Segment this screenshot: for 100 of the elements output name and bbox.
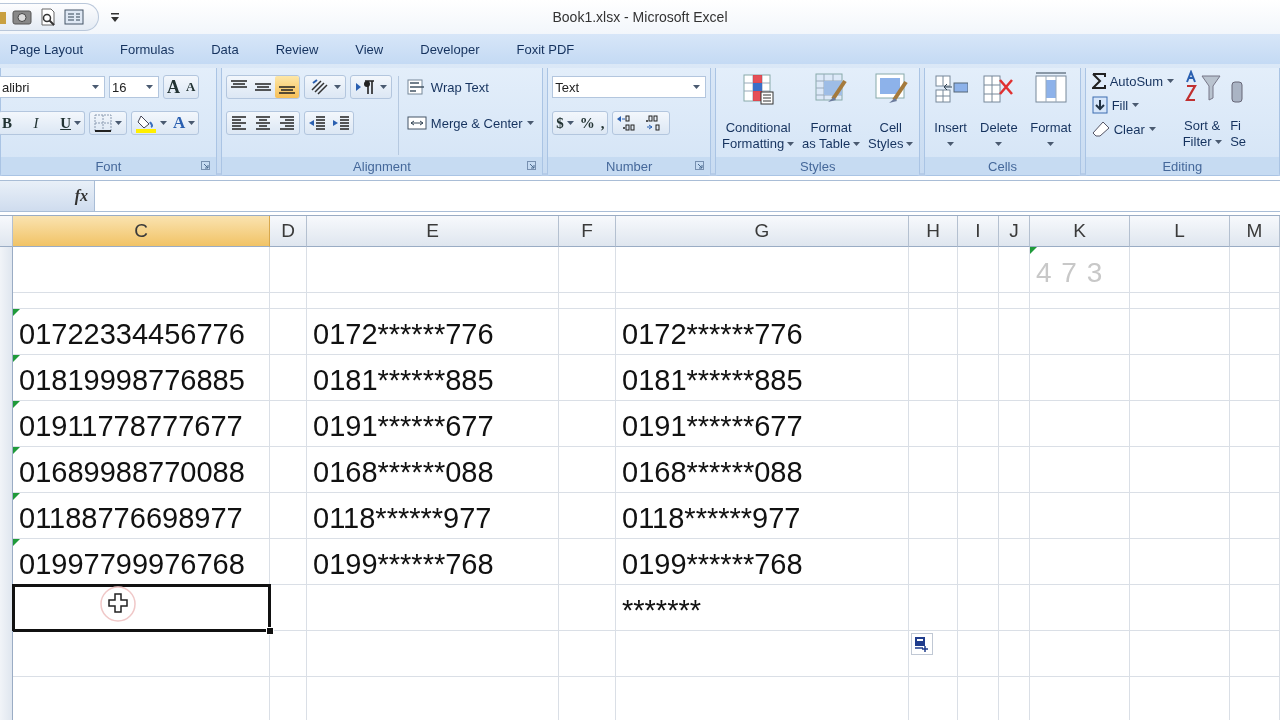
column-header[interactable]: E: [307, 216, 559, 247]
caret-icon: [1132, 103, 1140, 107]
group-label: Font: [95, 158, 122, 174]
table-cell: 0172******776: [313, 318, 494, 351]
dialog-launcher-icon: [200, 161, 210, 170]
text-direction-button[interactable]: [349, 75, 392, 99]
borders-button[interactable]: [89, 111, 127, 135]
column-header[interactable]: I: [958, 216, 999, 247]
fill-button[interactable]: Fill: [1089, 94, 1177, 116]
table-cell: 0191******677: [313, 410, 494, 443]
comma-button[interactable]: ,: [597, 112, 608, 134]
format-as-table-button[interactable]: Format as Table: [800, 72, 863, 157]
table-cell: 0191******677: [622, 410, 803, 443]
column-header[interactable]: F: [559, 216, 616, 247]
insert-button[interactable]: Insert: [931, 72, 970, 157]
caret-icon: [188, 121, 196, 125]
ribbon-tab[interactable]: Foxit PDF: [506, 35, 585, 63]
clear-button[interactable]: Clear: [1089, 118, 1177, 140]
insert-function-button[interactable]: fx: [74, 187, 88, 205]
grow-font-button[interactable]: A: [164, 76, 183, 98]
decrease-indent-icon: [307, 114, 326, 132]
group-label: Cells: [988, 158, 1017, 174]
table-cell: 0181******885: [313, 364, 494, 397]
column-header[interactable]: G: [616, 216, 909, 247]
increase-indent-icon: [331, 114, 350, 132]
fill-handle[interactable]: [266, 627, 274, 635]
sigma-icon: [1091, 73, 1106, 89]
ribbon-tab[interactable]: Formulas: [110, 35, 185, 63]
table-cell: 0118******977: [622, 502, 801, 535]
align-right-icon: [277, 114, 296, 132]
align-top-icon: [230, 80, 247, 88]
column-header[interactable]: L: [1130, 216, 1230, 247]
name-box[interactable]: fx: [0, 181, 95, 211]
caret-icon: [333, 85, 341, 89]
align-bottom-icon: [278, 86, 295, 94]
ribbon-tab[interactable]: Review: [265, 35, 329, 63]
caret-icon: [566, 121, 574, 125]
number-format-field[interactable]: Text: [552, 76, 707, 98]
cell-styles-button[interactable]: Cell Styles: [866, 72, 916, 157]
caret-icon: [92, 85, 99, 89]
column-header[interactable]: M: [1230, 216, 1280, 247]
column-header[interactable]: K: [1030, 216, 1130, 247]
font-color-button[interactable]: A: [170, 112, 199, 134]
column-header[interactable]: C: [13, 216, 270, 247]
group-label: Alignment: [353, 158, 411, 174]
borders-icon: [94, 114, 112, 132]
customize-toolbar-icon: [111, 12, 119, 22]
caret-icon: [115, 121, 122, 125]
cell-styles-icon: [873, 72, 908, 106]
caret-icon: [526, 121, 534, 125]
delete-button[interactable]: Delete: [978, 72, 1020, 157]
table-cell: 01819998776885: [19, 364, 245, 397]
paste-options-icon: [911, 633, 933, 655]
ribbon-tab[interactable]: Page Layout: [0, 35, 93, 63]
group-label: Editing: [1162, 158, 1203, 174]
camera-icon: [12, 8, 32, 26]
ribbon-tab[interactable]: Developer: [410, 35, 490, 63]
format-button[interactable]: Format: [1028, 72, 1074, 157]
ribbon-tab[interactable]: Data: [201, 35, 249, 63]
align-left-icon: [229, 114, 248, 132]
table-cell: 0168******088: [622, 456, 803, 489]
format-cells-icon: [1033, 72, 1068, 106]
form-icon: [64, 8, 84, 26]
orientation-button[interactable]: [303, 75, 346, 99]
caret-icon: [160, 121, 167, 125]
caret-icon: [906, 142, 914, 146]
bold-button[interactable]: B: [0, 112, 15, 134]
underline-button[interactable]: U: [57, 112, 84, 134]
percent-button[interactable]: %: [576, 112, 598, 134]
italic-button[interactable]: I: [30, 112, 42, 134]
align-middle-icon: [254, 83, 271, 91]
column-header[interactable]: J: [999, 216, 1030, 247]
sort-filter-button[interactable]: Sort & Filter: [1180, 70, 1225, 157]
table-cell: 01911778777677: [19, 410, 243, 443]
column-header[interactable]: D: [270, 216, 307, 247]
column-header[interactable]: H: [909, 216, 958, 247]
table-cell: 0118******977: [313, 502, 492, 535]
table-cell: 01188776698977: [19, 502, 243, 535]
wrap-text-button[interactable]: Wrap Text: [404, 76, 491, 98]
find-select-button[interactable]: Fi Se: [1228, 70, 1249, 157]
dialog-launcher-icon: [527, 161, 537, 170]
delete-cells-icon: [981, 72, 1016, 106]
caret-icon: [995, 142, 1003, 146]
ribbon-tab[interactable]: View: [345, 35, 394, 63]
caret-icon: [74, 121, 81, 125]
caret-icon: [693, 85, 701, 89]
font-name-field[interactable]: alibri: [0, 76, 105, 98]
caret-icon: [787, 142, 795, 146]
eraser-icon: [1091, 121, 1110, 137]
shrink-font-button[interactable]: A: [183, 76, 199, 98]
align-bottom-button[interactable]: [274, 76, 299, 98]
table-cell: 0199******768: [313, 548, 494, 581]
merge-center-icon: [406, 114, 427, 132]
font-size-field[interactable]: 16: [109, 76, 159, 98]
caret-icon: [853, 142, 861, 146]
table-cell: 01997799976768: [19, 548, 245, 581]
conditional-formatting-button[interactable]: Conditional Formatting: [720, 72, 797, 157]
currency-button[interactable]: $: [553, 112, 577, 134]
autosum-button[interactable]: AutoSum: [1089, 70, 1177, 92]
merge-center-button[interactable]: Merge & Center: [404, 112, 536, 134]
